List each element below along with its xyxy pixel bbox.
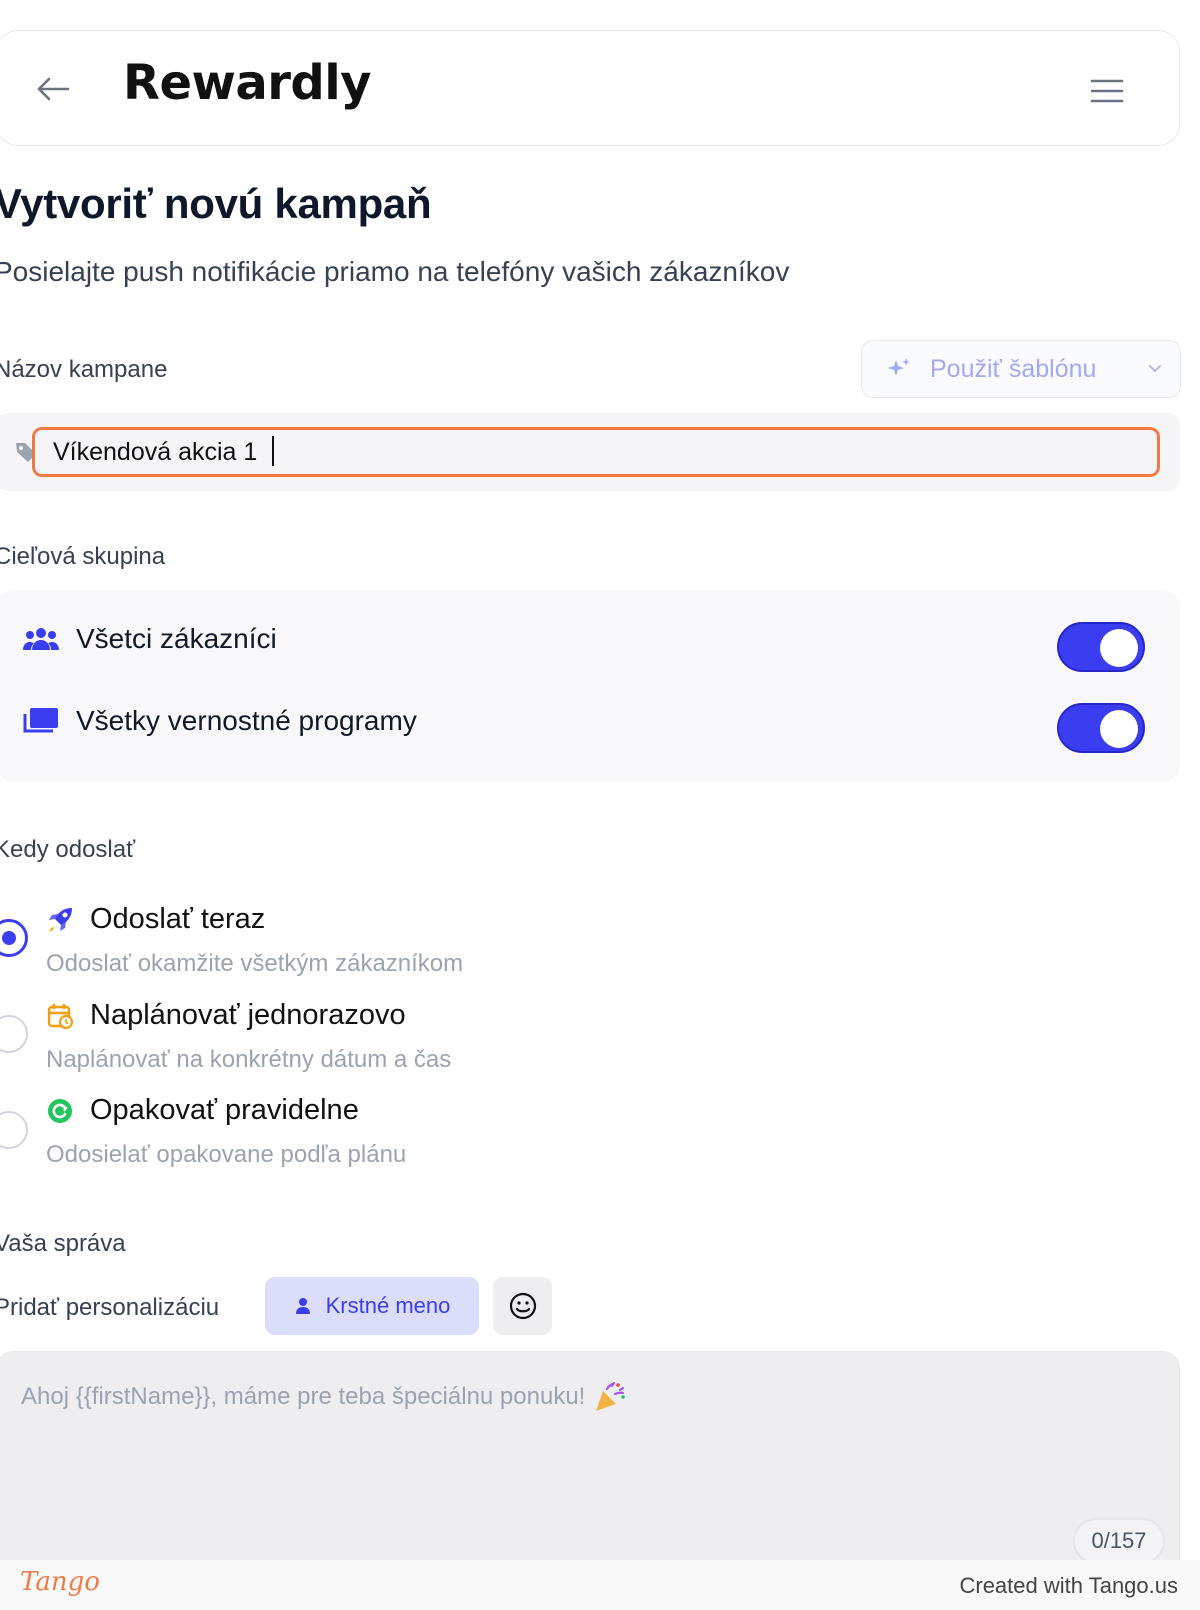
hamburger-menu-icon (1090, 79, 1124, 103)
target-group-label: Cieľová skupina (0, 543, 166, 570)
toggle-knob (1100, 710, 1138, 748)
radio-schedule-once[interactable] (0, 1015, 28, 1053)
page-subtitle: Posielajte push notifikácie priamo na te… (0, 256, 790, 287)
schedule-once-title: Naplánovať jednorazovo (90, 999, 406, 1031)
radio-send-now[interactable] (0, 919, 28, 957)
repeat-regularly-title: Opakovať pravidelne (90, 1094, 359, 1126)
use-template-label: Použiť šablónu (930, 354, 1097, 383)
option-schedule-once-title: Naplánovať jednorazovo (46, 999, 406, 1032)
app-logo: Rewardly (123, 55, 372, 111)
send-now-title: Odoslať teraz (90, 903, 266, 935)
first-name-chip-label: Krstné meno (325, 1293, 451, 1318)
schedule-once-description: Naplánovať na konkrétny dátum a čas (46, 1046, 452, 1073)
emoji-picker-button[interactable] (493, 1277, 552, 1335)
arrow-left-icon (37, 77, 70, 101)
page-title: Vytvoriť novú kampaň (0, 180, 432, 227)
repeat-icon (48, 1098, 72, 1123)
tango-footer: Tango Created with Tango.us (0, 1560, 1200, 1610)
menu-button[interactable] (1087, 71, 1127, 111)
radio-repeat-regularly[interactable] (0, 1111, 28, 1149)
tango-logo: Tango (20, 1567, 100, 1597)
campaign-name-label: Názov kampane (0, 356, 168, 383)
option-repeat-regularly-title: Opakovať pravidelne (46, 1094, 359, 1127)
use-template-button[interactable]: Použiť šablónu (861, 340, 1181, 398)
message-placeholder: Ahoj {{firstName}}, máme pre teba špeciá… (21, 1380, 627, 1414)
app-header: Rewardly (0, 30, 1180, 146)
app-frame: Rewardly Vytvoriť novú kampaň Posielajte… (0, 0, 1200, 1610)
campaign-name-input[interactable] (32, 427, 1160, 477)
send-time-label: Kedy odoslať (0, 836, 136, 863)
target-all-programs-label: Všetky vernostné programy (76, 705, 417, 736)
rocket-icon (49, 907, 72, 932)
character-counter: 0/157 (1073, 1518, 1165, 1564)
toggle-all-customers[interactable] (1057, 622, 1145, 672)
text-caret (272, 436, 274, 466)
users-icon (22, 620, 60, 658)
cards-icon (22, 702, 60, 740)
back-button[interactable] (33, 69, 73, 109)
option-send-now-title: Odoslať teraz (46, 903, 265, 936)
chevron-down-icon (1149, 365, 1161, 373)
target-row-all-customers: Všetci zákazníci (22, 620, 277, 658)
repeat-regularly-description: Odosielať opakovane podľa plánu (46, 1141, 407, 1168)
message-label: Vaša správa (0, 1230, 126, 1257)
campaign-name-field-wrap (0, 413, 1180, 491)
party-popper-icon (596, 1381, 626, 1411)
personalization-label: Pridať personalizáciu (0, 1294, 220, 1321)
send-now-description: Odoslať okamžite všetkým zákazníkom (46, 950, 464, 977)
toggle-knob (1100, 629, 1138, 667)
smiley-icon (509, 1292, 536, 1320)
target-group-panel: Všetci zákazníci Všetky vernostné progra… (0, 590, 1180, 782)
target-row-all-programs: Všetky vernostné programy (22, 702, 417, 740)
sparkle-icon (888, 358, 910, 376)
created-with-text: Created with Tango.us (959, 1573, 1178, 1598)
target-all-customers-label: Všetci zákazníci (76, 623, 277, 654)
first-name-chip-button[interactable]: Krstné meno (265, 1277, 479, 1335)
toggle-all-programs[interactable] (1057, 703, 1145, 753)
calendar-clock-icon (47, 1003, 74, 1029)
person-icon (295, 1298, 310, 1314)
message-placeholder-text: Ahoj {{firstName}}, máme pre teba špeciá… (21, 1383, 586, 1410)
message-textarea[interactable]: Ahoj {{firstName}}, máme pre teba špeciá… (0, 1351, 1180, 1581)
